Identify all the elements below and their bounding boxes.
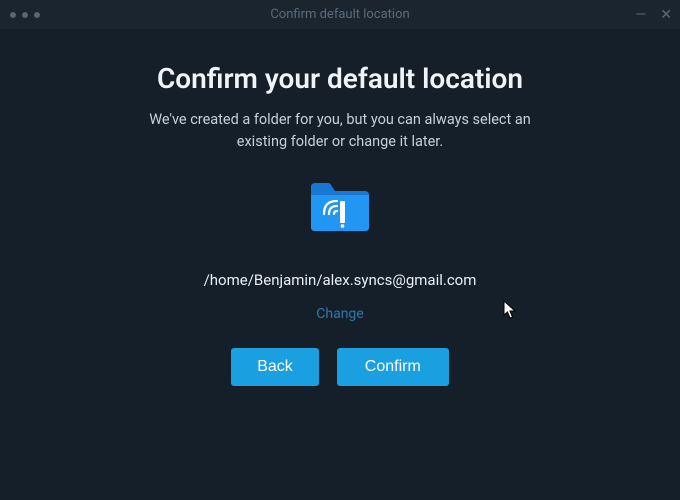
- folder-icon: [0, 181, 680, 231]
- window-title: Confirm default location: [270, 7, 409, 22]
- button-row: Back Confirm: [0, 348, 680, 386]
- traffic-dot[interactable]: [34, 12, 40, 18]
- minimize-icon[interactable]: —: [635, 7, 646, 23]
- change-link[interactable]: Change: [316, 306, 363, 322]
- folder-path: /home/Benjamin/alex.syncs@gmail.com: [0, 271, 680, 289]
- page-title: Confirm your default location: [0, 62, 680, 95]
- back-button[interactable]: Back: [231, 348, 319, 386]
- confirm-button[interactable]: Confirm: [337, 348, 449, 386]
- traffic-dot[interactable]: [10, 12, 16, 18]
- window-controls: — ✕: [635, 7, 672, 23]
- traffic-dot[interactable]: [22, 12, 28, 18]
- close-icon[interactable]: ✕: [660, 7, 672, 23]
- traffic-lights: [0, 12, 40, 18]
- dialog-content: Confirm your default location We've crea…: [0, 30, 680, 386]
- titlebar: Confirm default location — ✕: [0, 0, 680, 30]
- page-subtitle: We've created a folder for you, but you …: [130, 109, 550, 153]
